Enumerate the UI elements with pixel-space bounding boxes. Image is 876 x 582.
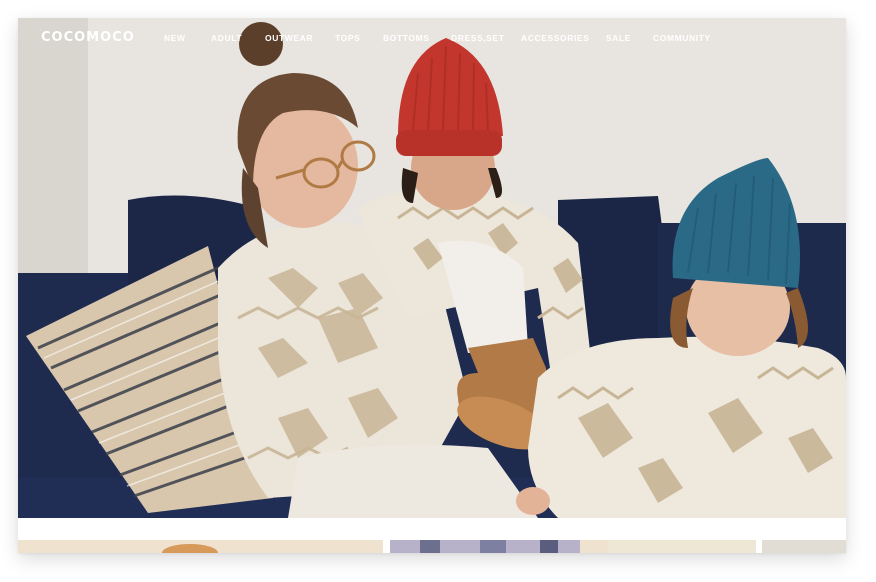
thumbnail-image bbox=[390, 540, 608, 553]
nav-item-tops[interactable]: TOPS bbox=[335, 33, 360, 43]
nav-item-dress-set[interactable]: DRESS,SET bbox=[451, 33, 505, 43]
nav-item-community[interactable]: COMMUNITY bbox=[653, 33, 711, 43]
nav-item-new[interactable]: NEW bbox=[164, 33, 186, 43]
product-thumbnail-3[interactable] bbox=[608, 540, 756, 553]
page-frame: COCOMOCO NEW ADULT OUTWEAR TOPS BOTTOMS … bbox=[18, 18, 846, 553]
product-thumbnail-4[interactable] bbox=[762, 540, 846, 553]
top-navigation: COCOMOCO NEW ADULT OUTWEAR TOPS BOTTOMS … bbox=[18, 18, 846, 58]
product-thumbnail-strip bbox=[18, 540, 846, 553]
thumbnail-image bbox=[162, 544, 218, 553]
nav-item-adult[interactable]: ADULT bbox=[211, 33, 242, 43]
brand-logo[interactable]: COCOMOCO bbox=[41, 30, 135, 45]
nav-item-bottoms[interactable]: BOTTOMS bbox=[383, 33, 430, 43]
hero-image bbox=[18, 18, 846, 518]
nav-item-outwear[interactable]: OUTWEAR bbox=[265, 33, 313, 43]
nav-item-sale[interactable]: SALE bbox=[606, 33, 631, 43]
product-thumbnail-2[interactable] bbox=[390, 540, 608, 553]
nav-item-accessories[interactable]: ACCESSORIES bbox=[521, 33, 589, 43]
product-thumbnail-1[interactable] bbox=[18, 540, 383, 553]
hero-banner[interactable]: COCOMOCO NEW ADULT OUTWEAR TOPS BOTTOMS … bbox=[18, 18, 846, 518]
